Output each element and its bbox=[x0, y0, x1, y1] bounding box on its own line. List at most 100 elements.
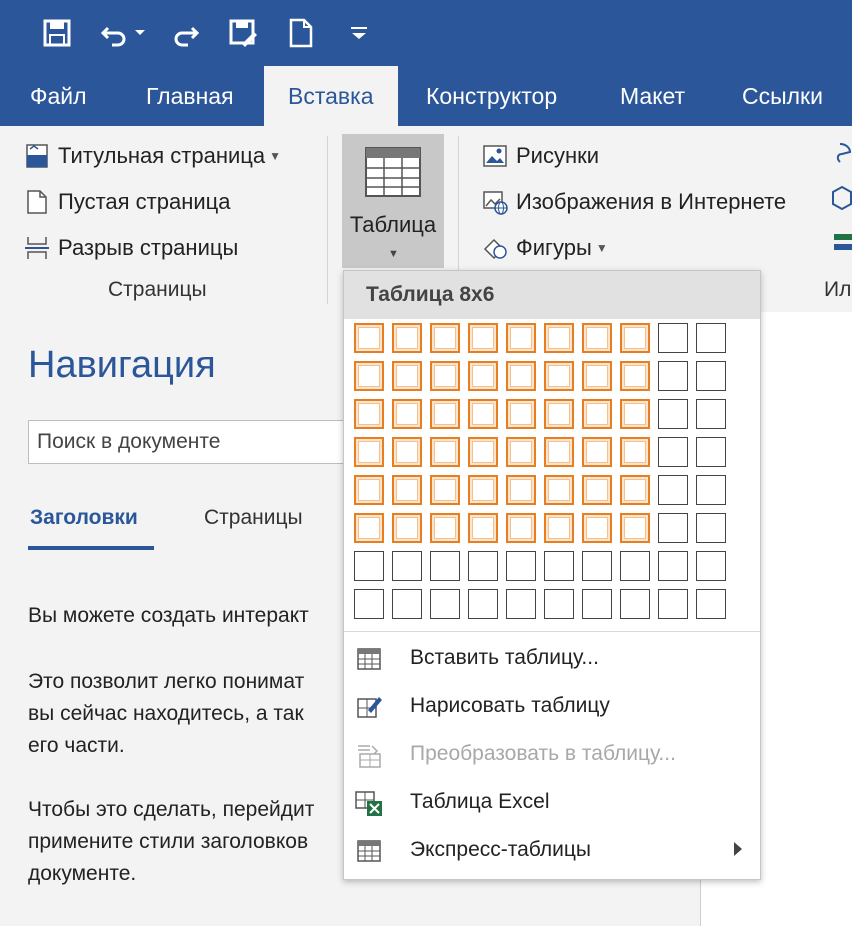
grid-cell[interactable] bbox=[658, 323, 688, 353]
grid-cell-selected[interactable] bbox=[468, 399, 498, 429]
shapes-button[interactable]: Фигуры ▼ bbox=[482, 228, 608, 268]
grid-cell-selected[interactable] bbox=[392, 323, 422, 353]
grid-cell-selected[interactable] bbox=[430, 475, 460, 505]
tab-file[interactable]: Файл bbox=[6, 66, 111, 126]
grid-cell-selected[interactable] bbox=[506, 475, 536, 505]
grid-cell[interactable] bbox=[430, 551, 460, 581]
grid-cell-selected[interactable] bbox=[582, 475, 612, 505]
grid-cell-selected[interactable] bbox=[392, 361, 422, 391]
grid-cell-selected[interactable] bbox=[468, 513, 498, 543]
new-document-icon[interactable] bbox=[284, 14, 318, 52]
grid-cell-selected[interactable] bbox=[506, 513, 536, 543]
grid-cell[interactable] bbox=[658, 437, 688, 467]
cover-page-button[interactable]: Титульная страница ▼ bbox=[24, 136, 281, 176]
grid-cell-selected[interactable] bbox=[468, 437, 498, 467]
grid-cell[interactable] bbox=[696, 437, 726, 467]
grid-cell-selected[interactable] bbox=[506, 361, 536, 391]
grid-cell-selected[interactable] bbox=[582, 361, 612, 391]
grid-cell-selected[interactable] bbox=[506, 399, 536, 429]
grid-cell[interactable] bbox=[582, 589, 612, 619]
tab-insert[interactable]: Вставка bbox=[264, 66, 398, 126]
undo-dropdown-icon[interactable] bbox=[130, 14, 150, 52]
grid-cell-selected[interactable] bbox=[468, 323, 498, 353]
grid-cell-selected[interactable] bbox=[582, 513, 612, 543]
page-break-button[interactable]: Разрыв страницы bbox=[24, 228, 238, 268]
quick-tables-menu-item[interactable]: Экспресс-таблицы bbox=[344, 828, 760, 874]
grid-cell-selected[interactable] bbox=[582, 323, 612, 353]
online-pictures-button[interactable]: Изображения в Интернете bbox=[482, 182, 786, 222]
grid-cell-selected[interactable] bbox=[392, 475, 422, 505]
grid-cell[interactable] bbox=[696, 361, 726, 391]
grid-cell-selected[interactable] bbox=[582, 399, 612, 429]
redo-icon[interactable] bbox=[168, 14, 202, 52]
grid-cell-selected[interactable] bbox=[620, 513, 650, 543]
smartart-icon[interactable] bbox=[830, 230, 852, 263]
grid-cell[interactable] bbox=[658, 513, 688, 543]
grid-cell[interactable] bbox=[544, 551, 574, 581]
tab-references[interactable]: Ссылки bbox=[718, 66, 847, 126]
grid-cell[interactable] bbox=[696, 323, 726, 353]
blank-page-button[interactable]: Пустая страница bbox=[24, 182, 230, 222]
icons-icon[interactable] bbox=[830, 140, 852, 173]
grid-cell[interactable] bbox=[430, 589, 460, 619]
grid-cell-selected[interactable] bbox=[430, 399, 460, 429]
undo-icon[interactable] bbox=[98, 14, 132, 52]
grid-cell-selected[interactable] bbox=[506, 323, 536, 353]
grid-cell[interactable] bbox=[696, 513, 726, 543]
grid-cell[interactable] bbox=[392, 551, 422, 581]
grid-cell-selected[interactable] bbox=[544, 513, 574, 543]
grid-cell-selected[interactable] bbox=[620, 475, 650, 505]
grid-cell-selected[interactable] bbox=[354, 475, 384, 505]
grid-cell[interactable] bbox=[658, 551, 688, 581]
grid-cell[interactable] bbox=[392, 589, 422, 619]
grid-cell[interactable] bbox=[696, 551, 726, 581]
table-button[interactable]: Таблица ▼ bbox=[342, 134, 444, 268]
tab-design[interactable]: Конструктор bbox=[402, 66, 581, 126]
grid-cell-selected[interactable] bbox=[354, 323, 384, 353]
grid-cell-selected[interactable] bbox=[354, 399, 384, 429]
grid-cell-selected[interactable] bbox=[468, 475, 498, 505]
grid-cell[interactable] bbox=[658, 589, 688, 619]
excel-table-menu-item[interactable]: Таблица Excel bbox=[344, 780, 760, 826]
grid-cell-selected[interactable] bbox=[544, 361, 574, 391]
tab-home[interactable]: Главная bbox=[122, 66, 258, 126]
grid-cell[interactable] bbox=[354, 551, 384, 581]
grid-cell[interactable] bbox=[544, 589, 574, 619]
grid-cell[interactable] bbox=[582, 551, 612, 581]
pictures-button[interactable]: Рисунки bbox=[482, 136, 599, 176]
grid-cell[interactable] bbox=[620, 589, 650, 619]
grid-cell-selected[interactable] bbox=[392, 513, 422, 543]
grid-cell-selected[interactable] bbox=[582, 437, 612, 467]
grid-cell-selected[interactable] bbox=[620, 361, 650, 391]
save-icon[interactable] bbox=[40, 14, 74, 52]
grid-cell-selected[interactable] bbox=[468, 361, 498, 391]
grid-cell[interactable] bbox=[658, 399, 688, 429]
grid-cell-selected[interactable] bbox=[430, 437, 460, 467]
save-as-icon[interactable] bbox=[226, 14, 260, 52]
grid-cell-selected[interactable] bbox=[392, 399, 422, 429]
grid-cell[interactable] bbox=[354, 589, 384, 619]
grid-cell[interactable] bbox=[696, 399, 726, 429]
draw-table-menu-item[interactable]: Нарисовать таблицу bbox=[344, 684, 760, 730]
grid-cell-selected[interactable] bbox=[430, 323, 460, 353]
grid-cell-selected[interactable] bbox=[354, 437, 384, 467]
grid-cell-selected[interactable] bbox=[620, 399, 650, 429]
grid-cell[interactable] bbox=[696, 589, 726, 619]
3d-models-icon[interactable] bbox=[830, 184, 852, 217]
grid-cell[interactable] bbox=[468, 589, 498, 619]
customize-icon[interactable] bbox=[342, 14, 376, 52]
grid-cell[interactable] bbox=[658, 361, 688, 391]
grid-cell[interactable] bbox=[468, 551, 498, 581]
grid-cell[interactable] bbox=[620, 551, 650, 581]
tab-layout[interactable]: Макет bbox=[596, 66, 709, 126]
grid-cell[interactable] bbox=[696, 475, 726, 505]
grid-cell[interactable] bbox=[658, 475, 688, 505]
tab-headings[interactable]: Заголовки bbox=[30, 506, 138, 530]
grid-cell-selected[interactable] bbox=[354, 361, 384, 391]
tab-pages[interactable]: Страницы bbox=[204, 506, 303, 530]
grid-cell-selected[interactable] bbox=[620, 437, 650, 467]
grid-cell-selected[interactable] bbox=[430, 361, 460, 391]
grid-cell-selected[interactable] bbox=[544, 437, 574, 467]
insert-table-menu-item[interactable]: Вставить таблицу... bbox=[344, 636, 760, 682]
grid-cell-selected[interactable] bbox=[544, 475, 574, 505]
